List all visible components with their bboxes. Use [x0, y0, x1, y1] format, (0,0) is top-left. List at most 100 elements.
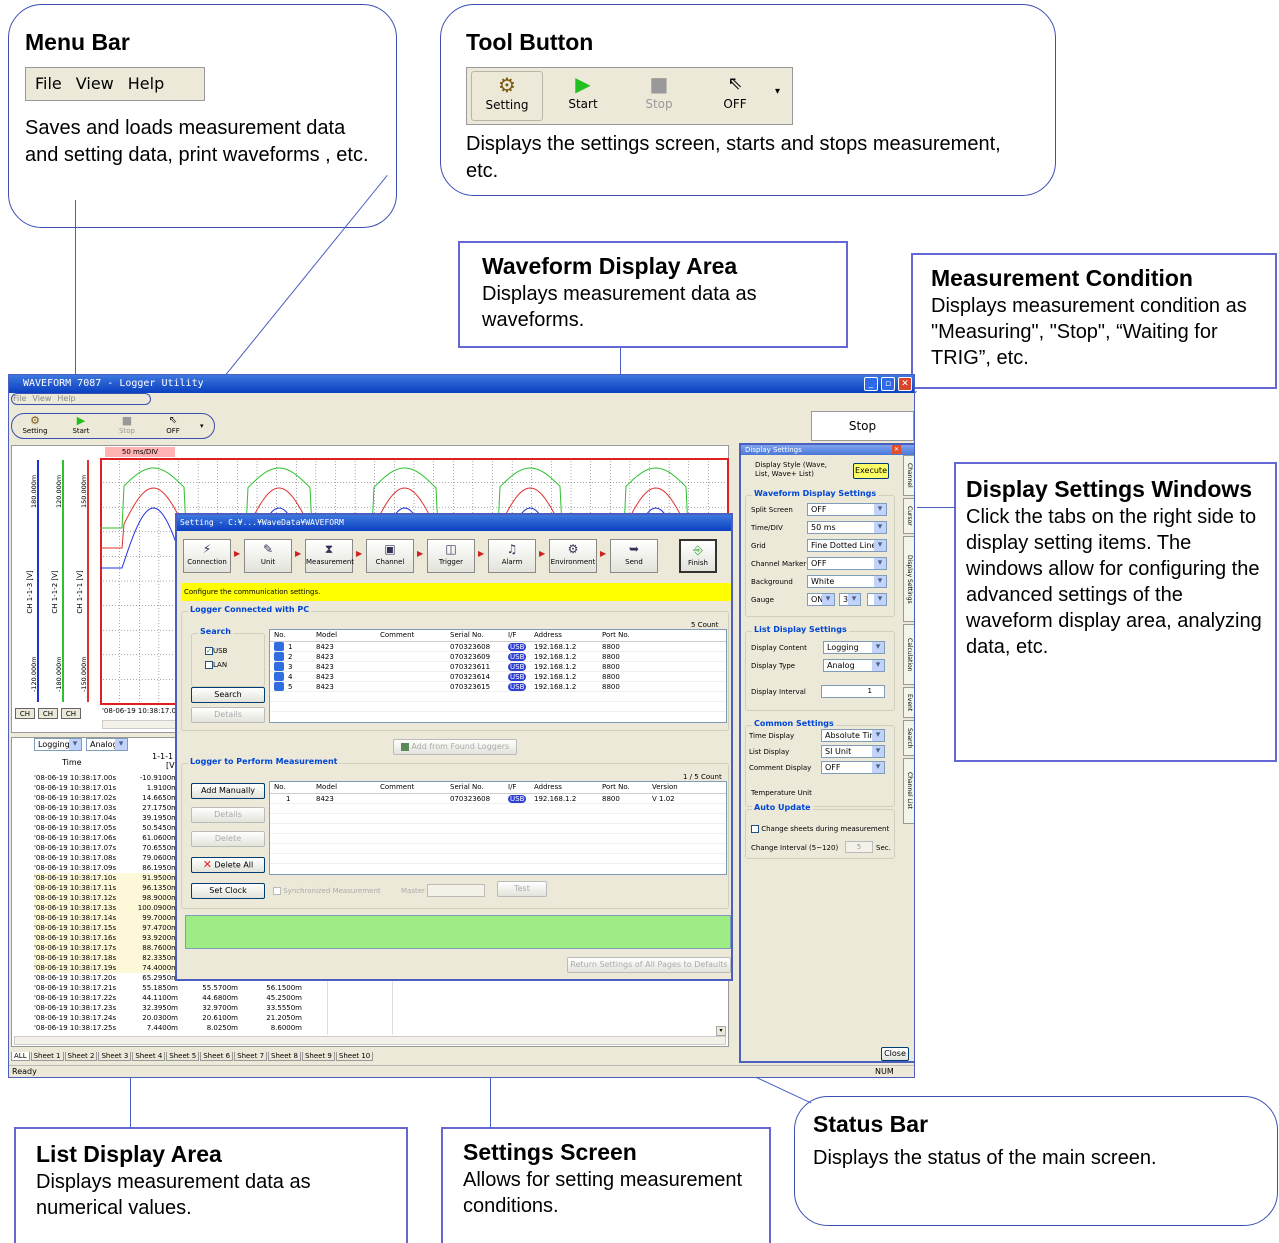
- auto-update-checkbox[interactable]: Change sheets during measurement: [751, 825, 889, 833]
- menu-help[interactable]: Help: [128, 74, 164, 93]
- sheet-tab[interactable]: ALL: [11, 1052, 30, 1061]
- master-select[interactable]: [427, 884, 485, 897]
- setting-select[interactable]: ON: [807, 593, 835, 606]
- table-row[interactable]: 1 8423 070323608 USB 192.168.1.2 8800 V 1.02: [270, 794, 726, 804]
- sheet-tab[interactable]: Sheet 3: [98, 1052, 132, 1061]
- menu-view[interactable]: View: [76, 74, 114, 93]
- step-button-channel[interactable]: ▣ Channel: [366, 539, 414, 573]
- step-button-trigger[interactable]: ◫ Trigger: [427, 539, 475, 573]
- set-clock-button[interactable]: Set Clock: [191, 883, 265, 899]
- step-button-measurement[interactable]: ⧗ Measurement: [305, 539, 354, 573]
- sheet-tab[interactable]: Sheet 1: [30, 1052, 64, 1061]
- delete-button[interactable]: Delete: [191, 831, 265, 847]
- bottom-scrollbar[interactable]: [14, 1036, 726, 1045]
- table-row[interactable]: 1 8423 070323608 USB 192.168.1.2 8800: [270, 642, 726, 652]
- side-tab[interactable]: Channel List: [903, 758, 914, 824]
- maximize-button[interactable]: ▫: [881, 377, 895, 391]
- setting-select[interactable]: OFF: [821, 761, 885, 774]
- table-row[interactable]: [270, 844, 726, 854]
- setting-select[interactable]: White: [807, 575, 887, 588]
- sheet-tab[interactable]: Sheet 5: [166, 1052, 200, 1061]
- step-button-finish[interactable]: ⎆ Finish: [679, 539, 717, 573]
- step-button-environment[interactable]: ⚙ Environment: [549, 539, 597, 573]
- add-found-button[interactable]: Add from Found Loggers: [393, 739, 517, 755]
- add-manually-button[interactable]: Add Manually: [191, 783, 265, 799]
- cursor-button[interactable]: ⇖ OFF: [156, 415, 190, 435]
- setting-select[interactable]: SI Unit: [821, 745, 885, 758]
- table-row[interactable]: [270, 824, 726, 834]
- delete-all-button[interactable]: ✕ Delete All: [191, 857, 265, 873]
- execute-button[interactable]: Execute: [853, 463, 889, 479]
- stop-button[interactable]: ■ Stop: [623, 71, 695, 121]
- table-row[interactable]: [270, 834, 726, 844]
- close-icon[interactable]: ✕: [892, 445, 901, 454]
- close-button[interactable]: Close: [881, 1047, 909, 1061]
- ch-button[interactable]: CH: [15, 708, 35, 719]
- cursor-button[interactable]: ⇖ OFF: [699, 71, 771, 121]
- step-button-unit[interactable]: ✎ Unit: [244, 539, 292, 573]
- step-button-connection[interactable]: ⚡ Connection: [183, 539, 231, 573]
- setting-button[interactable]: ⚙ Setting: [471, 71, 543, 122]
- setting-select[interactable]: OFF: [807, 557, 887, 570]
- table-row[interactable]: [270, 692, 726, 702]
- minimize-button[interactable]: _: [864, 377, 878, 391]
- sheet-tab[interactable]: Sheet 2: [64, 1052, 98, 1061]
- search-button[interactable]: Search: [191, 687, 265, 703]
- interval-spinner[interactable]: 1: [821, 685, 885, 698]
- table-row[interactable]: [270, 814, 726, 824]
- ch-button[interactable]: CH: [61, 708, 81, 719]
- stop-button[interactable]: ■ Stop: [110, 415, 144, 436]
- setting-select[interactable]: 50 ms: [807, 521, 887, 534]
- checkbox-checked[interactable]: [274, 652, 284, 661]
- close-button[interactable]: ✕: [898, 377, 912, 391]
- test-button[interactable]: Test: [497, 881, 547, 897]
- table-row[interactable]: [270, 804, 726, 814]
- table-row[interactable]: 2 8423 070323609 USB 192.168.1.2 8800: [270, 652, 726, 662]
- side-tab[interactable]: Calculation: [903, 624, 914, 685]
- vertical-scrollbar[interactable]: ▾: [716, 1026, 726, 1036]
- step-button-send[interactable]: ➥ Send: [610, 539, 658, 573]
- checkbox-checked[interactable]: [274, 672, 284, 681]
- sheet-tab[interactable]: Sheet 6: [200, 1052, 234, 1061]
- chevron-down-icon[interactable]: ▾: [200, 422, 204, 430]
- setting-select[interactable]: Absolute Time: [821, 729, 885, 742]
- setting-button[interactable]: ⚙ Setting: [18, 415, 52, 436]
- gauge-number-select[interactable]: 3: [839, 593, 861, 606]
- side-tab[interactable]: Cursor: [903, 498, 914, 534]
- list-type-select[interactable]: Analog: [86, 738, 128, 751]
- sheet-tab[interactable]: Sheet 7: [234, 1052, 268, 1061]
- table-row[interactable]: [270, 854, 726, 864]
- side-tab[interactable]: Display Settings: [903, 536, 914, 622]
- side-tab[interactable]: Event: [903, 687, 914, 718]
- menu-file[interactable]: File: [35, 74, 62, 93]
- sheet-tab[interactable]: Sheet 9: [301, 1052, 335, 1061]
- gauge-extra-select[interactable]: [867, 593, 887, 606]
- table-row[interactable]: 5 8423 070323615 USB 192.168.1.2 8800: [270, 682, 726, 692]
- sync-checkbox[interactable]: Synchronized Measurement: [273, 887, 381, 895]
- sheet-tab[interactable]: Sheet 10: [335, 1052, 374, 1061]
- sheet-tab[interactable]: Sheet 4: [132, 1052, 166, 1061]
- setting-select[interactable]: OFF: [807, 503, 887, 516]
- sheet-tab[interactable]: Sheet 8: [268, 1052, 301, 1061]
- change-interval-spinner[interactable]: 5: [845, 841, 873, 853]
- step-button-alarm[interactable]: ♫ Alarm: [488, 539, 536, 573]
- start-button[interactable]: ▶ Start: [64, 415, 98, 436]
- chevron-down-icon[interactable]: ▾: [775, 86, 780, 97]
- details-button[interactable]: Details: [191, 807, 265, 823]
- checkbox-checked[interactable]: [274, 642, 284, 651]
- side-tab[interactable]: Channel: [903, 455, 914, 496]
- side-tab[interactable]: Search: [903, 720, 914, 756]
- return-defaults-button[interactable]: Return Settings of All Pages to Defaults: [567, 957, 731, 973]
- details-button[interactable]: Details: [191, 707, 265, 723]
- ch-button[interactable]: CH: [38, 708, 58, 719]
- table-row[interactable]: [270, 702, 726, 712]
- checkbox-checked[interactable]: [274, 662, 284, 671]
- setting-select[interactable]: Fine Dotted Line: [807, 539, 887, 552]
- setting-select[interactable]: Analog: [823, 659, 885, 672]
- usb-checkbox[interactable]: ✓USB: [205, 647, 227, 655]
- start-button[interactable]: ▶ Start: [547, 71, 619, 121]
- setting-select[interactable]: Logging: [823, 641, 885, 654]
- list-mode-select[interactable]: Logging: [34, 738, 82, 751]
- checkbox-checked[interactable]: [274, 682, 284, 691]
- table-row[interactable]: 4 8423 070323614 USB 192.168.1.2 8800: [270, 672, 726, 682]
